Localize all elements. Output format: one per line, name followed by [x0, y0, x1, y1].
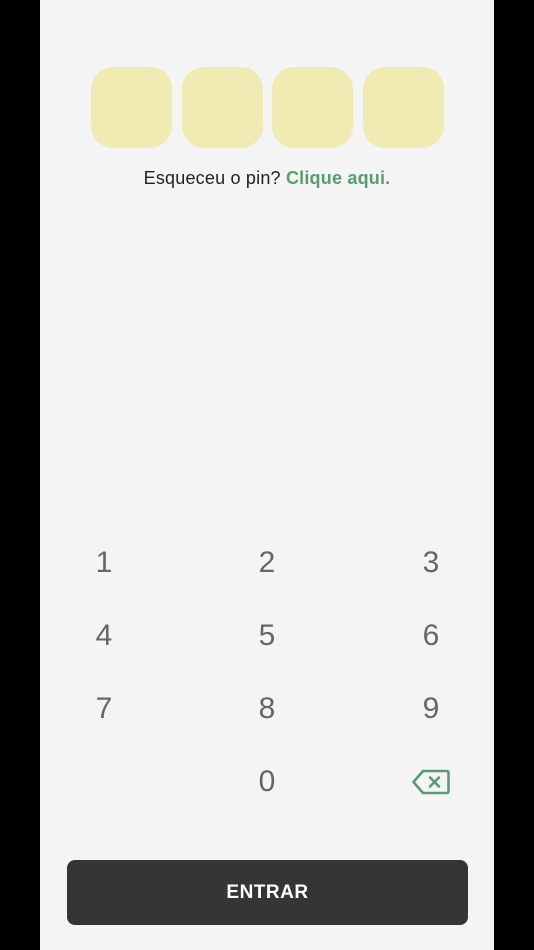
key-4[interactable]: 4	[59, 608, 149, 664]
pin-digit-box-3[interactable]	[272, 67, 353, 148]
enter-button[interactable]: ENTRAR	[67, 860, 468, 925]
pin-digit-box-2[interactable]	[182, 67, 263, 148]
key-6[interactable]: 6	[386, 608, 476, 664]
key-5[interactable]: 5	[222, 608, 312, 664]
forgot-pin-text: Esqueceu o pin?	[143, 168, 281, 188]
key-1[interactable]: 1	[59, 535, 149, 591]
backspace-button[interactable]	[386, 754, 476, 810]
backspace-icon	[412, 769, 450, 795]
key-0[interactable]: 0	[222, 754, 312, 810]
pin-input-row	[91, 67, 444, 148]
key-2[interactable]: 2	[222, 535, 312, 591]
key-8[interactable]: 8	[222, 681, 312, 737]
pin-screen: Esqueceu o pin? Clique aqui. 1 2 3 4 5 6…	[40, 0, 494, 950]
pin-digit-box-1[interactable]	[91, 67, 172, 148]
forgot-pin-row: Esqueceu o pin? Clique aqui.	[40, 168, 494, 189]
key-3[interactable]: 3	[386, 535, 476, 591]
key-7[interactable]: 7	[59, 681, 149, 737]
key-9[interactable]: 9	[386, 681, 476, 737]
forgot-pin-link[interactable]: Clique aqui.	[286, 168, 390, 188]
pin-digit-box-4[interactable]	[363, 67, 444, 148]
